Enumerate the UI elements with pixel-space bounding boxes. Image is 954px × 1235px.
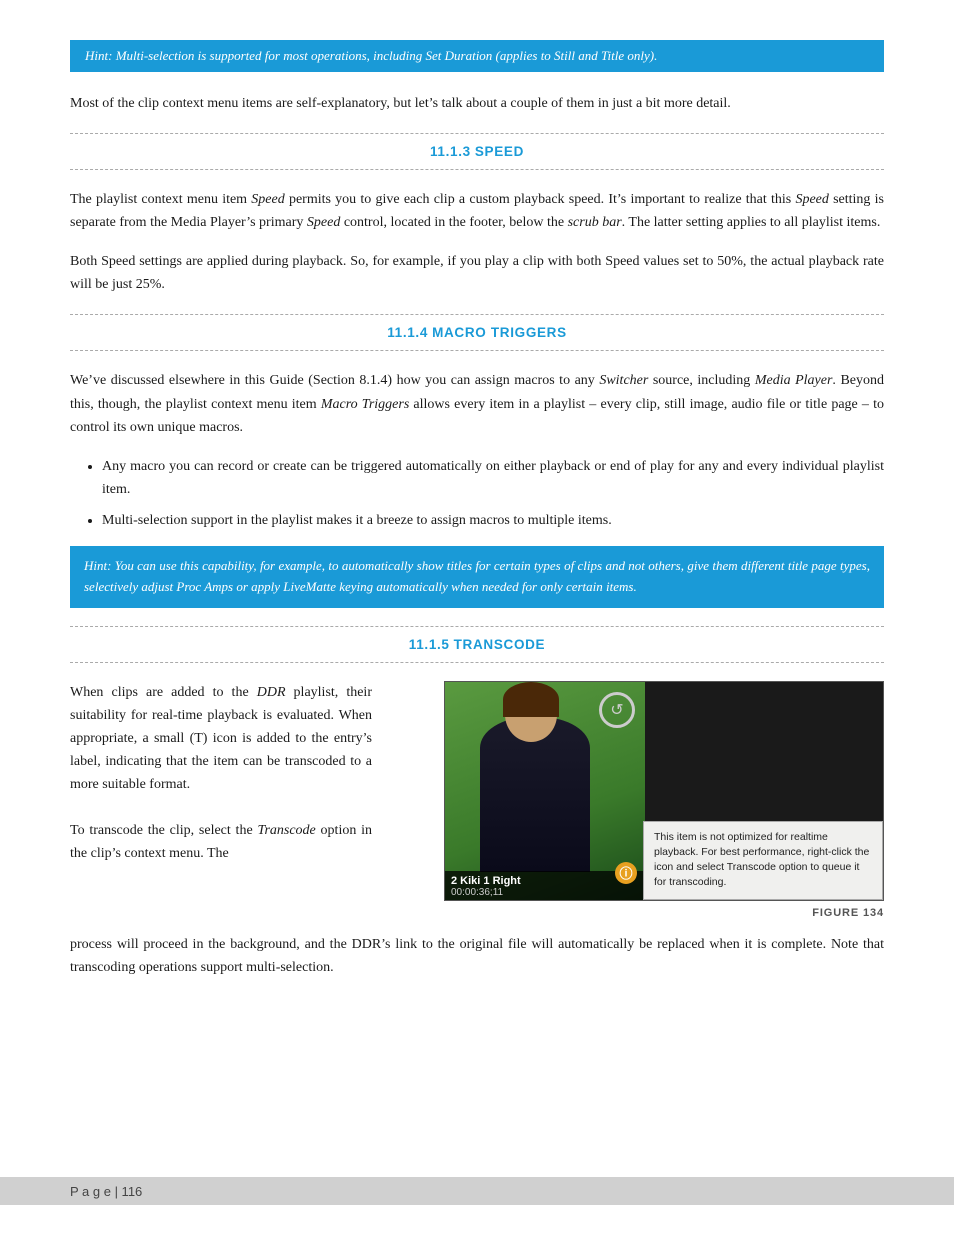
divider-macro-bottom xyxy=(70,350,884,351)
heading-macro: 11.1.4 MACRO TRIGGERS xyxy=(70,319,884,346)
intro-paragraph: Most of the clip context menu items are … xyxy=(70,92,884,115)
page-number: P a g e | 116 xyxy=(70,1184,142,1199)
heading-speed-number: 11.1.3 xyxy=(430,144,471,159)
transcode-section: When clips are added to the DDR playlist… xyxy=(70,681,884,919)
transcode-image-area: ↺ 2 Kiki 1 Right 00:00:36;11 ⓘ This item… xyxy=(390,681,884,919)
heading-transcode-number: 11.1.5 xyxy=(409,637,450,652)
heading-macro-label: MACRO TRIGGERS xyxy=(432,325,567,340)
heading-speed: 11.1.3 SPEED xyxy=(70,138,884,165)
divider-speed-top xyxy=(70,133,884,134)
transcode-p3: process will proceed in the background, … xyxy=(70,933,884,979)
hint-box-2: Hint: You can use this capability, for e… xyxy=(70,546,884,608)
divider-speed-bottom xyxy=(70,169,884,170)
speed-italic-3: Speed xyxy=(307,215,340,230)
macro-italic-mediaplayer: Media Player xyxy=(755,373,833,388)
macro-italic-triggers: Macro Triggers xyxy=(321,397,409,412)
video-panel: ↺ 2 Kiki 1 Right 00:00:36;11 ⓘ xyxy=(445,682,645,901)
heading-transcode-label: TRANSCODE xyxy=(454,637,546,652)
speed-italic-2: Speed xyxy=(795,192,828,207)
figure-caption: FIGURE 134 xyxy=(444,907,884,919)
video-title: 2 Kiki 1 Right xyxy=(451,875,639,887)
transcode-italic-option: Transcode xyxy=(257,823,315,838)
transcode-p1: When clips are added to the DDR playlist… xyxy=(70,681,372,796)
figure-134-image: ↺ 2 Kiki 1 Right 00:00:36;11 ⓘ This item… xyxy=(444,681,884,901)
video-time: 00:00:36;11 xyxy=(451,887,639,898)
person-hair xyxy=(503,682,559,717)
divider-transcode-bottom xyxy=(70,662,884,663)
bullet-item-2: Multi-selection support in the playlist … xyxy=(102,509,884,532)
transcode-p2: To transcode the clip, select the Transc… xyxy=(70,819,372,865)
macro-bullet-list: Any macro you can record or create can b… xyxy=(102,455,884,532)
speed-italic-1: Speed xyxy=(251,192,284,207)
macro-paragraph-1: We’ve discussed elsewhere in this Guide … xyxy=(70,369,884,438)
transcode-text-left: When clips are added to the DDR playlist… xyxy=(70,681,390,866)
speed-paragraph-1: The playlist context menu item Speed per… xyxy=(70,188,884,234)
hint-box-1: Hint: Multi-selection is supported for m… xyxy=(70,40,884,72)
heading-macro-number: 11.1.4 xyxy=(387,325,428,340)
speed-italic-4: scrub bar xyxy=(568,215,622,230)
tooltip-box: This item is not optimized for realtime … xyxy=(643,821,883,900)
macro-italic-switcher: Switcher xyxy=(599,373,648,388)
video-circular-icon: ↺ xyxy=(599,692,635,728)
heading-speed-label: SPEED xyxy=(475,144,524,159)
speed-paragraph-2: Both Speed settings are applied during p… xyxy=(70,250,884,296)
heading-transcode: 11.1.5 TRANSCODE xyxy=(70,631,884,658)
divider-transcode-top xyxy=(70,626,884,627)
divider-macro-top xyxy=(70,314,884,315)
transcode-italic-ddr: DDR xyxy=(257,685,286,700)
warning-icon: ⓘ xyxy=(615,862,637,884)
page-footer: P a g e | 116 xyxy=(0,1177,954,1205)
bullet-item-1: Any macro you can record or create can b… xyxy=(102,455,884,501)
